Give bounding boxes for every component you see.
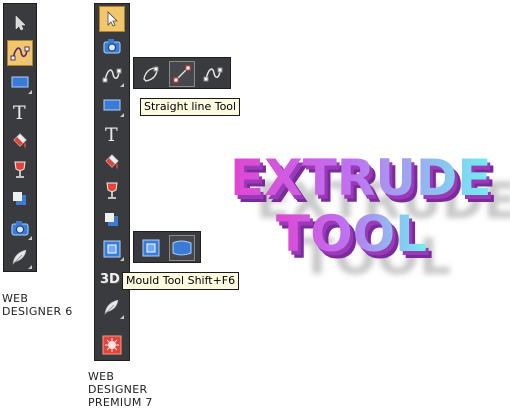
mould-envelope-icon <box>103 240 121 258</box>
bezier-curve-icon <box>102 68 122 83</box>
3d-extrude-icon: 3D3D <box>100 272 121 288</box>
flyout-indicator-icon <box>27 60 31 64</box>
text-t-icon: T <box>105 124 118 144</box>
flyout-indicator-icon <box>28 90 32 94</box>
caption-line: DESIGNER <box>88 383 148 396</box>
pen-tool-button[interactable] <box>138 61 164 87</box>
svg-text:T: T <box>105 124 118 144</box>
caption-line: DESIGNER 6 <box>2 305 73 318</box>
mould-tool-button[interactable] <box>99 236 125 262</box>
feather-icon <box>104 299 119 315</box>
wine-glass-icon <box>106 182 118 199</box>
caption-web-designer-6: WEB DESIGNER 6 <box>2 292 82 318</box>
caption-line: WEB <box>88 370 115 383</box>
text-tool-button[interactable]: T <box>99 121 125 147</box>
wine-glass-icon <box>14 161 26 178</box>
straight-line-tool-button[interactable] <box>169 61 195 87</box>
selector-tool-button[interactable] <box>99 6 125 32</box>
rectangle-icon <box>11 76 29 88</box>
flyout-indicator-icon <box>120 315 124 319</box>
shadow-icon <box>13 192 26 205</box>
feather-tool-button[interactable] <box>99 294 125 320</box>
paint-bucket-icon <box>13 133 27 148</box>
photo-tool-button[interactable] <box>99 33 125 59</box>
camera-icon <box>11 221 29 236</box>
arrow-pointer-icon <box>107 11 118 27</box>
svg-text:T: T <box>13 102 26 122</box>
text-t-icon: T <box>13 102 26 122</box>
feather-tool-button[interactable] <box>7 244 33 270</box>
bezier-curve-icon <box>203 67 223 82</box>
fill-tool-button[interactable] <box>7 128 33 154</box>
extrude-text-line-2: TOOL <box>276 205 427 263</box>
transparency-tool-button[interactable] <box>7 157 33 183</box>
transparency-tool-button[interactable] <box>99 178 125 204</box>
feather-icon <box>12 249 27 265</box>
rectangle-icon <box>103 99 121 111</box>
photo-tool-button[interactable] <box>7 215 33 241</box>
paint-bucket-icon <box>105 154 119 169</box>
caption-line: PREMIUM 7 <box>88 396 153 409</box>
shadow-tool-button[interactable] <box>99 207 125 233</box>
shape-editor-tool-button[interactable] <box>99 62 125 88</box>
caption-line: WEB <box>2 292 29 305</box>
selector-tool-button[interactable] <box>7 10 33 36</box>
envelope-tool-button[interactable] <box>138 235 164 261</box>
perspective-mould-icon <box>172 240 192 256</box>
toolbar-web-designer-premium-7: T 3D 3D <box>94 3 130 361</box>
mould-tools-flyout <box>133 231 201 263</box>
text-tool-button[interactable]: T <box>7 99 33 125</box>
toolbar-web-designer-6: T <box>3 3 37 272</box>
extrude-text-line-1: EXTRUDE <box>230 149 492 207</box>
fill-tool-button[interactable] <box>99 149 125 175</box>
live-effects-tool-button[interactable] <box>99 332 125 358</box>
flyout-indicator-icon <box>28 265 32 269</box>
shape-editor-tool-button[interactable] <box>7 40 33 66</box>
flyout-indicator-icon <box>120 257 124 261</box>
arrow-pointer-icon <box>15 15 26 31</box>
envelope-mould-icon <box>142 239 160 257</box>
caption-web-designer-premium-7: WEB DESIGNER PREMIUM 7 <box>88 370 178 409</box>
pen-nib-icon <box>143 66 159 82</box>
shadow-tool-button[interactable] <box>7 186 33 212</box>
shape-editor-tool-button[interactable] <box>200 61 226 87</box>
extrude-tool-3d-text: EXTRUDE TOOL EXTRUDE TOOL EXTRUDE TOOL E… <box>230 149 510 286</box>
shadow-icon <box>105 213 118 226</box>
live-effects-icon <box>102 335 122 355</box>
line-tools-flyout <box>133 57 231 89</box>
svg-text:3D: 3D <box>100 272 120 287</box>
rectangle-tool-button[interactable] <box>99 92 125 118</box>
flyout-indicator-icon <box>120 83 124 87</box>
rectangle-tool-button[interactable] <box>7 69 33 95</box>
camera-icon <box>103 39 121 54</box>
perspective-tool-button[interactable] <box>169 235 195 261</box>
straight-line-tooltip: Straight line Tool <box>140 98 241 116</box>
flyout-indicator-icon <box>120 113 124 117</box>
flyout-indicator-icon <box>28 236 32 240</box>
straight-line-icon <box>173 65 191 83</box>
